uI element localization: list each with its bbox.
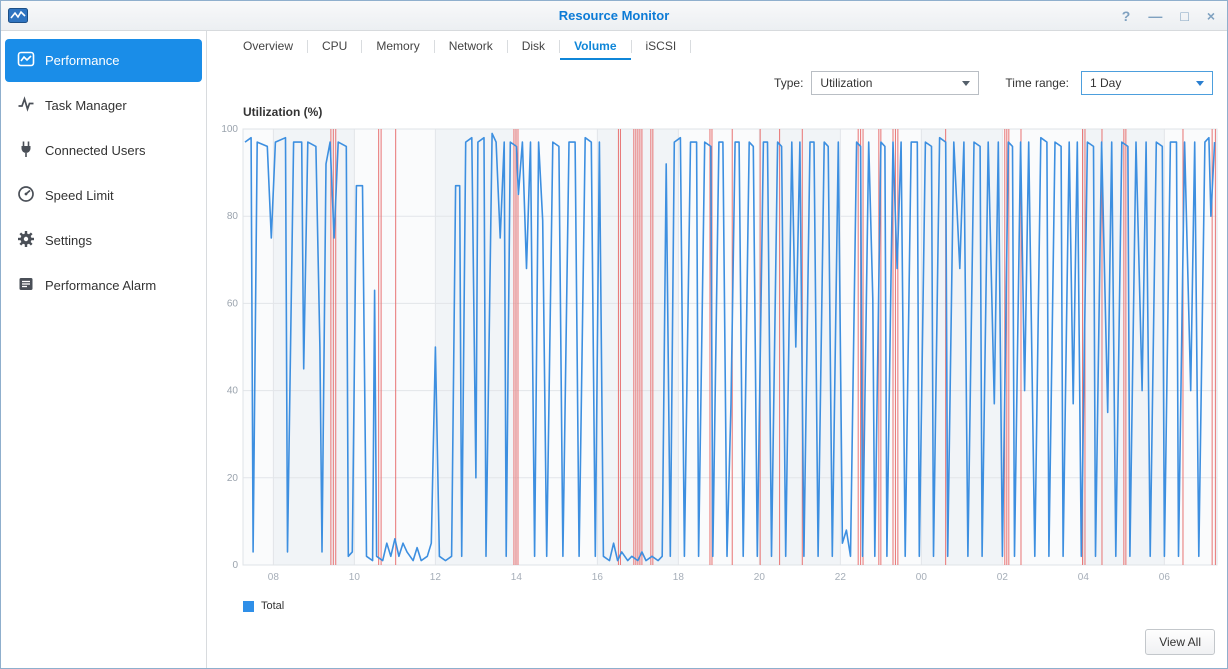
help-icon[interactable]: ?: [1122, 9, 1131, 23]
speed-limit-icon: [17, 185, 35, 206]
chevron-down-icon: [1196, 80, 1204, 86]
chart-legend: Total: [243, 600, 1221, 612]
type-select[interactable]: Utilization: [811, 71, 980, 95]
svg-text:60: 60: [227, 298, 239, 309]
utilization-chart: 0 20 40 60 80 100 08 10 12 14 16 18 20 22 00 02 04 06: [221, 124, 1218, 583]
settings-gear-icon: [17, 230, 35, 251]
tab-volume[interactable]: Volume: [560, 33, 631, 60]
time-range-label: Time range:: [1005, 76, 1069, 90]
time-range-select[interactable]: 1 Day: [1081, 71, 1213, 95]
sidebar-item-connected-users[interactable]: Connected Users: [5, 129, 202, 172]
time-range-group: Time range: 1 Day: [1005, 71, 1213, 95]
sidebar-item-label: Connected Users: [45, 143, 146, 158]
tab-overview[interactable]: Overview: [229, 33, 307, 60]
sidebar-item-settings[interactable]: Settings: [5, 219, 202, 262]
sidebar-item-task-manager[interactable]: Task Manager: [5, 84, 202, 127]
resource-monitor-app-icon: [8, 8, 28, 28]
chart-block: Utilization (%) 0 20 40 60 80 100 08 10 12 14 16 18…: [213, 103, 1221, 612]
sidebar: Performance Task Manager Connected Users…: [1, 31, 207, 668]
main-panel: Overview CPU Memory Network Disk Volume …: [207, 31, 1227, 668]
tab-memory[interactable]: Memory: [362, 33, 433, 60]
view-all-button[interactable]: View All: [1145, 629, 1215, 655]
resource-monitor-window: Resource Monitor ? — □ × Performance Tas…: [0, 0, 1228, 669]
sidebar-item-performance-alarm[interactable]: Performance Alarm: [5, 264, 202, 307]
svg-text:16: 16: [592, 572, 604, 583]
tab-cpu[interactable]: CPU: [308, 33, 361, 60]
type-select-value: Utilization: [820, 76, 873, 90]
sidebar-item-speed-limit[interactable]: Speed Limit: [5, 174, 202, 217]
legend-label-total: Total: [261, 600, 285, 612]
sidebar-item-label: Performance: [45, 53, 120, 68]
svg-text:22: 22: [835, 572, 847, 583]
titlebar: Resource Monitor ? — □ ×: [1, 1, 1227, 31]
tab-bar: Overview CPU Memory Network Disk Volume …: [207, 31, 1227, 61]
tab-network[interactable]: Network: [435, 33, 507, 60]
sidebar-item-label: Task Manager: [45, 98, 127, 113]
svg-text:20: 20: [227, 473, 239, 484]
maximize-icon[interactable]: □: [1180, 9, 1188, 23]
window-body: Performance Task Manager Connected Users…: [1, 31, 1227, 668]
svg-text:40: 40: [227, 386, 239, 397]
svg-text:06: 06: [1159, 572, 1171, 583]
task-manager-icon: [17, 95, 35, 116]
svg-text:00: 00: [916, 572, 928, 583]
tab-divider: [690, 39, 692, 53]
footer-bar: View All: [207, 629, 1227, 668]
time-range-select-value: 1 Day: [1090, 76, 1122, 90]
window-controls: ? — □ ×: [1122, 1, 1215, 31]
svg-text:18: 18: [673, 572, 685, 583]
chart-title: Utilization (%): [243, 105, 323, 119]
close-icon[interactable]: ×: [1207, 9, 1215, 23]
svg-text:20: 20: [754, 572, 766, 583]
tab-iscsi[interactable]: iSCSI: [632, 33, 691, 60]
connected-users-icon: [17, 140, 35, 161]
svg-text:10: 10: [349, 572, 361, 583]
performance-alarm-icon: [17, 275, 35, 296]
svg-text:02: 02: [997, 572, 1009, 583]
svg-text:0: 0: [232, 560, 238, 571]
type-label: Type:: [774, 76, 804, 90]
svg-text:04: 04: [1078, 572, 1090, 583]
svg-text:08: 08: [268, 572, 280, 583]
svg-text:100: 100: [221, 124, 238, 135]
filter-bar: Type: Utilization Time range: 1 Day: [207, 61, 1227, 103]
performance-chart-icon: [17, 50, 35, 71]
sidebar-item-label: Speed Limit: [45, 188, 114, 203]
svg-text:80: 80: [227, 211, 239, 222]
legend-swatch-total: [243, 600, 254, 612]
sidebar-item-label: Performance Alarm: [45, 278, 157, 293]
sidebar-item-label: Settings: [45, 233, 92, 248]
window-title: Resource Monitor: [558, 8, 670, 23]
svg-text:12: 12: [430, 572, 442, 583]
svg-text:14: 14: [511, 572, 523, 583]
minimize-icon[interactable]: —: [1148, 9, 1162, 23]
chevron-down-icon: [962, 80, 971, 86]
sidebar-item-performance[interactable]: Performance: [5, 39, 202, 82]
tab-disk[interactable]: Disk: [508, 33, 559, 60]
